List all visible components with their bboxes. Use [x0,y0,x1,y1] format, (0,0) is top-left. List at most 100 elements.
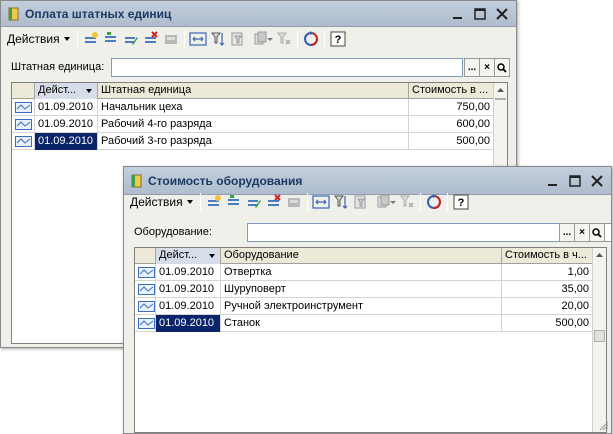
row-equipment: Отвертка [221,264,502,281]
add-button[interactable] [204,192,224,212]
icon-column-header[interactable] [135,248,156,264]
post-button[interactable] [284,192,304,212]
sort-desc-icon [86,89,92,93]
filter-icon [210,32,225,46]
record-icon [138,318,155,329]
help-icon: ? [330,31,346,47]
close-button[interactable] [589,173,605,189]
table-row-selected[interactable]: 01.09.2010 Рабочий 3-го разряда 500,00 [12,133,495,150]
filter-button[interactable] [208,29,228,49]
table-row[interactable]: 01.09.2010 Ручной электроинструмент 20,0… [135,298,594,315]
record-icon [15,102,32,113]
actions-menu[interactable]: Действия [126,192,197,212]
scroll-up-button[interactable] [593,248,606,262]
delete-button[interactable] [264,192,284,212]
minimize-icon [548,184,557,186]
help-button[interactable]: ? [328,29,348,49]
table-row-selected[interactable]: 01.09.2010 Станок 500,00 [135,315,594,332]
post-icon [287,198,300,207]
staff-unit-filter: Штатная единица: ... × [1,57,516,79]
filter-button[interactable] [331,192,351,212]
scroll-up-button[interactable] [494,83,507,97]
help-button[interactable]: ? [451,192,471,212]
row-date: 01.09.2010 [156,264,221,281]
filter-icon [333,195,348,209]
post-button[interactable] [161,29,181,49]
copy-button[interactable] [101,29,121,49]
select-period-button[interactable] [188,29,208,49]
minimize-button[interactable] [545,173,561,189]
record-icon [138,301,155,312]
select-period-button[interactable] [311,192,331,212]
clear-filter-icon [399,195,414,208]
search-button[interactable] [494,58,510,77]
maximize-button[interactable] [472,6,488,22]
vertical-scrollbar[interactable] [592,248,606,432]
search-button[interactable] [589,223,605,242]
column-header-equipment[interactable]: Оборудование [221,248,502,264]
record-icon [138,267,155,278]
icon-column-header[interactable] [12,83,35,99]
row-cost: 35,00 [502,281,594,298]
table-row[interactable]: 01.09.2010 Рабочий 4-го разряда 600,00 [12,116,495,133]
resize-grip-icon[interactable] [599,421,609,431]
post-icon [164,35,177,44]
delete-button[interactable] [141,29,161,49]
refresh-button[interactable] [424,192,444,212]
edit-button[interactable] [244,192,264,212]
column-header-staff-unit[interactable]: Штатная единица [98,83,409,99]
chevron-down-icon [389,201,396,204]
titlebar[interactable]: Оплата штатных единиц [1,1,516,27]
column-header-cost[interactable]: Стоимость в ... [409,83,495,99]
clear-filter-button[interactable] [397,192,417,212]
equipment-input[interactable] [247,223,611,242]
maximize-button[interactable] [567,173,583,189]
sort-dropdown-button[interactable] [371,192,397,212]
edit-button[interactable] [121,29,141,49]
copy-button[interactable] [224,192,244,212]
refresh-icon [426,194,441,209]
column-header-cost[interactable]: Стоимость в ч... [502,248,594,264]
filter-list-button[interactable] [351,192,371,212]
filter-list-button[interactable] [228,29,248,49]
table-row[interactable]: 01.09.2010 Шуруповерт 35,00 [135,281,594,298]
row-staff-unit: Рабочий 3-го разряда [98,133,409,150]
clear-filter-button[interactable] [274,29,294,49]
filter-list-icon [354,195,366,209]
row-date: 01.09.2010 [35,116,98,133]
browse-button[interactable]: ... [464,58,480,77]
close-button[interactable] [494,6,510,22]
window-title: Стоимость оборудования [148,174,303,188]
maximize-icon [474,8,486,20]
scroll-thumb[interactable] [495,98,506,100]
actions-menu[interactable]: Действия [3,29,74,49]
minimize-button[interactable] [450,6,466,22]
row-staff-unit: Рабочий 4-го разряда [98,116,409,133]
table-row[interactable]: 01.09.2010 Начальник цеха 750,00 [12,99,495,116]
clear-button[interactable]: × [479,58,495,77]
row-date: 01.09.2010 [156,281,221,298]
column-header-date[interactable]: Дейст... [35,83,98,99]
help-icon: ? [453,194,469,210]
actions-label: Действия [130,195,183,209]
toolbar: Действия ? [126,190,609,214]
add-button[interactable] [81,29,101,49]
row-equipment: Станок [221,315,502,332]
edit-icon [124,37,138,45]
refresh-icon [303,31,318,46]
toolbar: Действия ? [3,27,514,51]
sort-dropdown-button[interactable] [248,29,274,49]
staff-unit-input[interactable] [111,58,463,77]
column-header-date[interactable]: Дейст... [156,248,221,264]
scroll-thumb[interactable] [594,330,605,342]
table-header: Дейст... Штатная единица Стоимость в ... [12,83,495,99]
document-book-icon [8,7,19,21]
table-row[interactable]: 01.09.2010 Отвертка 1,00 [135,264,594,281]
filter-list-icon [231,32,243,46]
refresh-button[interactable] [301,29,321,49]
clear-button[interactable]: × [574,223,590,242]
filter-label: Штатная единица: [11,61,105,73]
browse-button[interactable]: ... [559,223,575,242]
equipment-cost-table: Дейст... Оборудование Стоимость в ч... 0… [134,247,607,433]
equipment-filter: Оборудование: ... × [124,222,611,244]
